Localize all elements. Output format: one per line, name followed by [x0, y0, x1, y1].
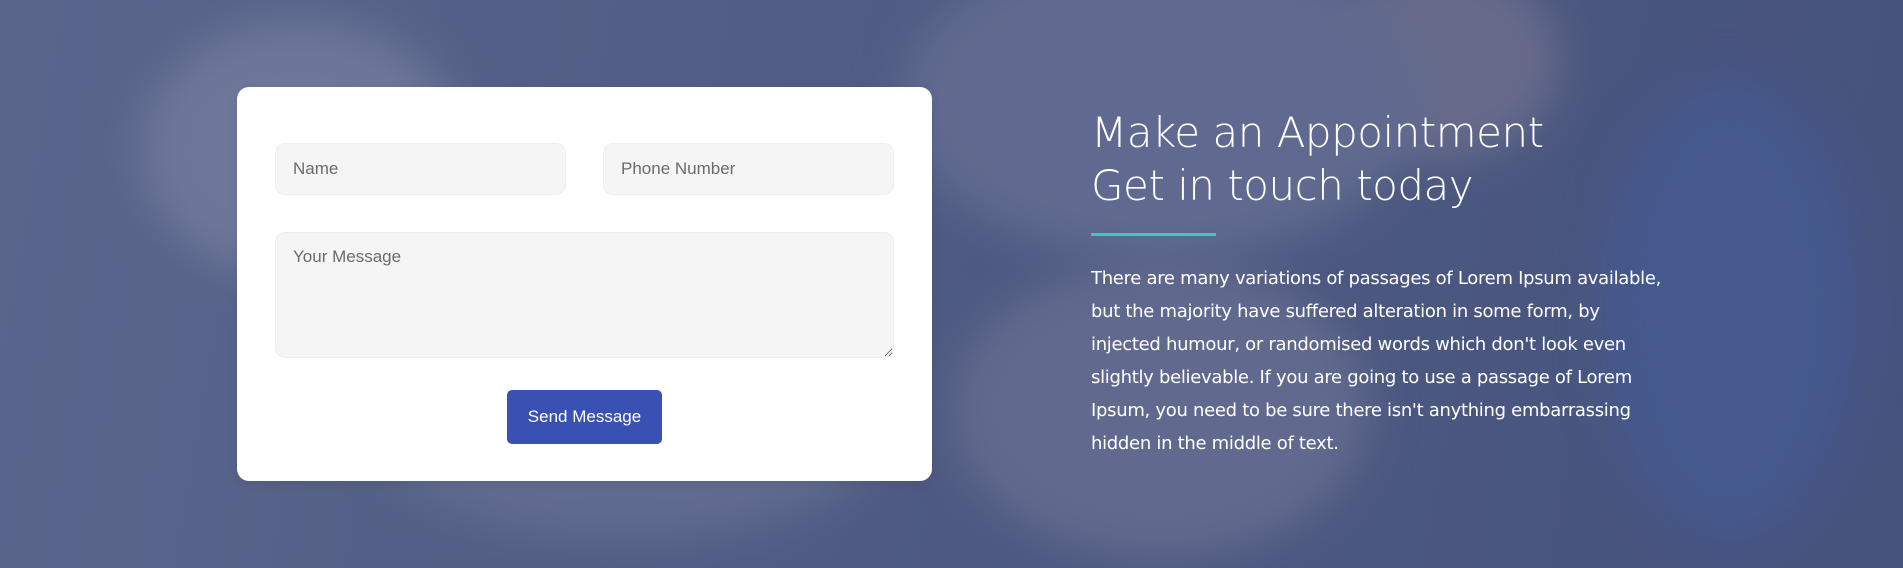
appointment-section: Send Message Make an Appointment Get in … [0, 0, 1903, 568]
section-heading: Make an Appointment Get in touch today [1091, 106, 1671, 212]
heading-line-2: Get in touch today [1091, 161, 1474, 210]
heading-line-1: Make an Appointment [1091, 108, 1544, 157]
heading-divider [1091, 233, 1216, 236]
phone-number-input[interactable] [603, 143, 894, 195]
section-description: There are many variations of passages of… [1091, 268, 1662, 454]
appointment-info: Make an Appointment Get in touch today T… [1091, 106, 1671, 460]
send-message-button[interactable]: Send Message [507, 390, 662, 444]
appointment-form-card: Send Message [237, 87, 932, 481]
message-textarea[interactable] [275, 232, 894, 358]
name-input[interactable] [275, 143, 566, 195]
